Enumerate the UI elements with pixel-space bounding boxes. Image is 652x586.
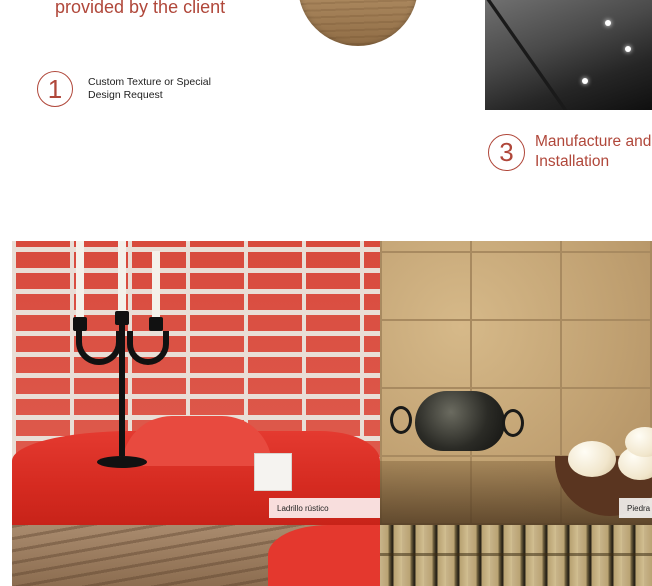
egg	[568, 441, 616, 477]
candle	[152, 251, 160, 317]
step-label: Custom Texture or Special Design Request	[88, 76, 211, 101]
candelabra-arm	[127, 331, 169, 365]
brick-caption: Ladrillo rústico	[269, 498, 380, 518]
stone-wall-photo	[380, 241, 652, 525]
candle-cup	[73, 317, 87, 331]
wood-texture-sample	[298, 0, 418, 46]
light-spot	[605, 20, 611, 26]
stone-caption: Piedra	[619, 498, 652, 518]
step-label: Manufacture and Installation	[535, 133, 652, 170]
light-spot	[625, 46, 631, 52]
candelabra-base	[97, 456, 147, 468]
step-number-circle: 3	[488, 133, 525, 171]
pot-handle	[390, 406, 412, 434]
white-cube	[254, 453, 292, 491]
light-spot	[582, 78, 588, 84]
step-number-circle: 1	[37, 71, 73, 107]
red-surface	[268, 525, 380, 586]
step-3: 3 Manufacture and Installation	[488, 132, 652, 172]
candle	[118, 241, 126, 311]
floor-edge	[486, 0, 568, 110]
rustic-stone-photo	[12, 525, 380, 586]
bamboo-wall-photo	[380, 525, 652, 586]
headline-fragment: provided by the client	[55, 0, 226, 17]
brick-wall-photo	[12, 241, 380, 525]
candelabra-stem	[119, 321, 125, 456]
pot-handle	[502, 409, 524, 437]
installation-photo	[485, 0, 652, 110]
candelabra-arm	[76, 331, 122, 365]
candle-cup	[149, 317, 163, 331]
candle	[76, 241, 84, 317]
bronze-pot	[415, 391, 505, 451]
step-1: 1 Custom Texture or Special Design Reque…	[37, 71, 238, 107]
